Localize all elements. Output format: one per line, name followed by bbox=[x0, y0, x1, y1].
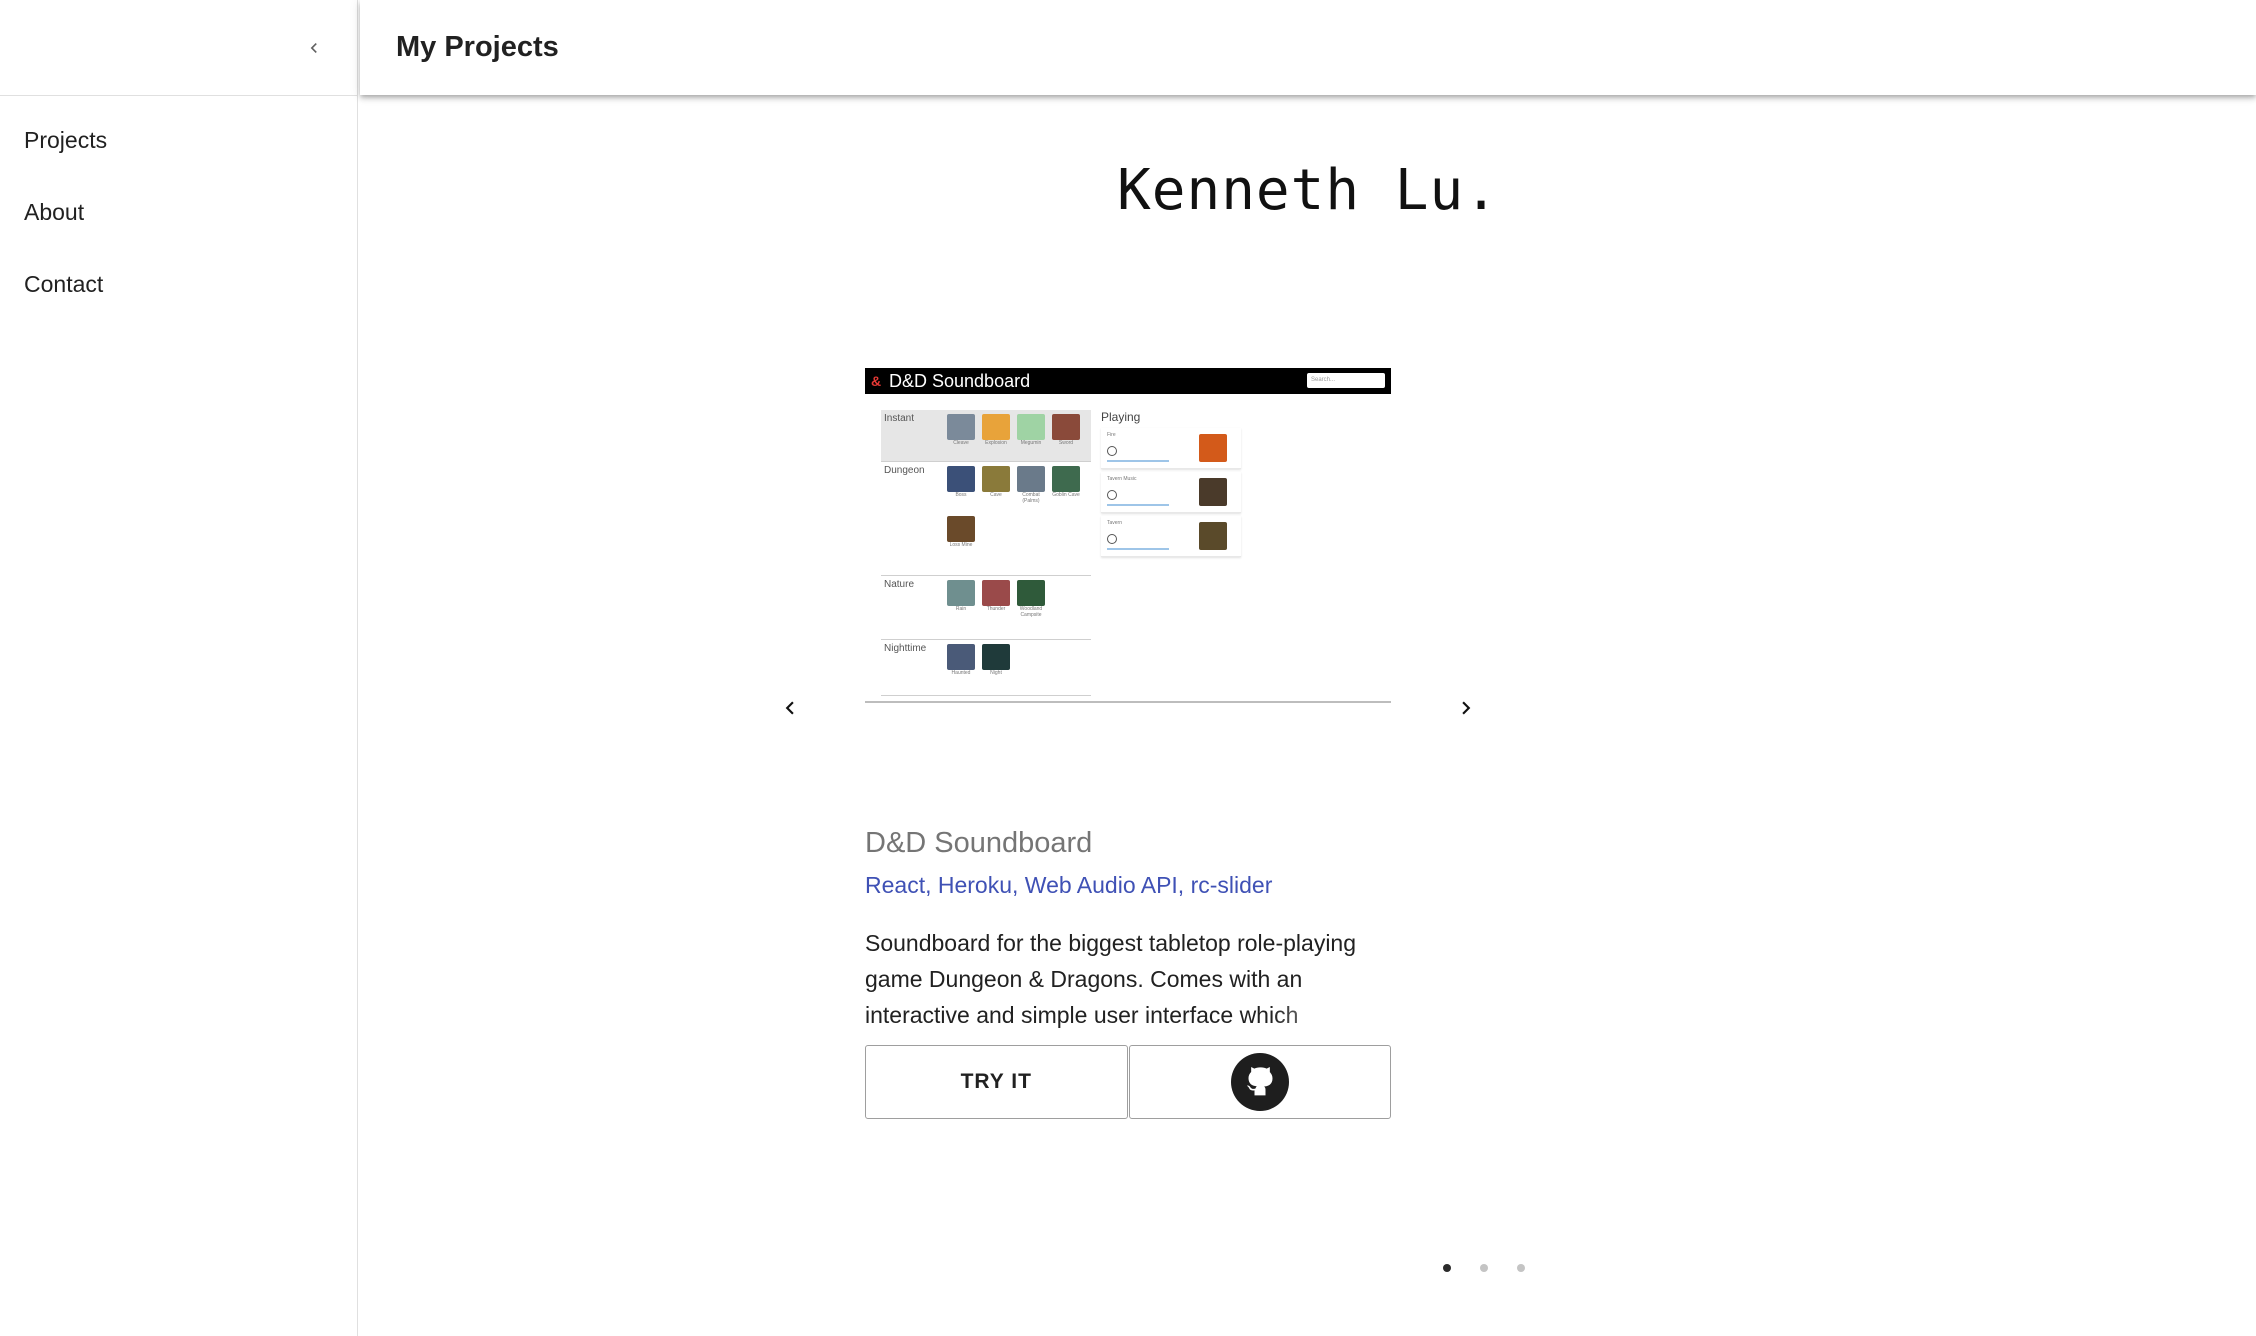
screenshot-sound-sections: Instant Cleave Explosion Megumin Sword D… bbox=[881, 410, 1091, 696]
sound-tile bbox=[947, 644, 975, 670]
sound-tile bbox=[947, 466, 975, 492]
volume-slider bbox=[1107, 504, 1169, 506]
try-it-button[interactable]: TRY IT bbox=[865, 1045, 1128, 1119]
playing-card: Fire bbox=[1101, 428, 1241, 469]
sidebar-item-about[interactable]: About bbox=[0, 176, 357, 248]
sidebar-item-contact[interactable]: Contact bbox=[0, 248, 357, 320]
playing-thumb bbox=[1199, 522, 1227, 550]
tile-caption: Cleave bbox=[953, 440, 969, 446]
section-label: Nighttime bbox=[884, 643, 927, 654]
carousel-dots bbox=[1443, 1264, 1554, 1272]
play-icon bbox=[1107, 490, 1117, 500]
sound-tile bbox=[982, 414, 1010, 440]
screenshot-search: Search... bbox=[1307, 373, 1385, 388]
carousel-next-button[interactable] bbox=[1444, 686, 1488, 730]
project-description-wrap: Soundboard for the biggest tabletop role… bbox=[865, 925, 1391, 1033]
sound-tile bbox=[1052, 466, 1080, 492]
text-fade-overlay bbox=[1271, 997, 1391, 1033]
screenshot-section-dungeon: Dungeon Boss Cave Combat (Palms) Goblin … bbox=[881, 462, 1091, 576]
project-card: & D&D Soundboard Search... Instant Cleav… bbox=[865, 368, 1391, 1119]
sound-tile bbox=[947, 516, 975, 542]
volume-slider bbox=[1107, 548, 1169, 550]
sidebar-nav: Projects About Contact bbox=[0, 96, 357, 320]
sidebar-item-label: Projects bbox=[24, 126, 108, 153]
tile-caption: Boss bbox=[955, 492, 967, 498]
playing-label: Tavern Music bbox=[1107, 476, 1137, 482]
project-screenshot: & D&D Soundboard Search... Instant Cleav… bbox=[865, 368, 1391, 703]
hero-name: Kenneth Lu. bbox=[1117, 158, 1499, 223]
carousel-dot-2[interactable] bbox=[1480, 1264, 1488, 1272]
tile-caption: Megumin bbox=[1020, 440, 1042, 446]
screenshot-title: D&D Soundboard bbox=[889, 370, 1031, 391]
sidebar-item-label: About bbox=[24, 198, 85, 225]
tile-caption: Thunder bbox=[986, 606, 1006, 612]
sound-tile bbox=[982, 580, 1010, 606]
sound-tile bbox=[1052, 414, 1080, 440]
sound-tile bbox=[1017, 414, 1045, 440]
tile-caption: Rain bbox=[955, 606, 967, 612]
playing-thumb bbox=[1199, 434, 1227, 462]
chevron-right-icon bbox=[1462, 701, 1471, 715]
sound-tile bbox=[947, 414, 975, 440]
playing-thumb bbox=[1199, 478, 1227, 506]
section-label: Instant bbox=[884, 413, 915, 424]
screenshot-header-bar: & D&D Soundboard Search... bbox=[865, 368, 1391, 394]
pause-icon bbox=[1107, 534, 1117, 544]
sound-tile bbox=[1017, 466, 1045, 492]
section-label: Dungeon bbox=[884, 465, 925, 476]
screenshot-section-instant: Instant Cleave Explosion Megumin Sword bbox=[881, 410, 1091, 462]
tile-caption: Haunted bbox=[951, 670, 971, 676]
app-bar: My Projects bbox=[360, 0, 2256, 95]
carousel-prev-button[interactable] bbox=[768, 686, 812, 730]
github-button[interactable] bbox=[1128, 1045, 1391, 1119]
tile-caption: Woodland Campsite bbox=[1019, 606, 1043, 618]
section-label: Nature bbox=[884, 579, 915, 590]
playing-heading: Playing bbox=[1101, 410, 1141, 424]
collapse-sidebar-button[interactable] bbox=[292, 26, 336, 70]
pause-icon bbox=[1107, 446, 1117, 456]
tile-caption: Combat (Palms) bbox=[1022, 492, 1040, 504]
sound-tile bbox=[1017, 580, 1045, 606]
tile-caption: Goblin Cave bbox=[1052, 492, 1080, 498]
tile-caption: Explosion bbox=[985, 440, 1007, 446]
playing-label: Tavern bbox=[1107, 520, 1123, 526]
sidebar-item-label: Contact bbox=[24, 270, 104, 297]
github-icon bbox=[1230, 1053, 1289, 1111]
tile-caption: Cave bbox=[990, 492, 1002, 498]
project-name: D&D Soundboard bbox=[865, 827, 1093, 859]
sound-tile bbox=[982, 466, 1010, 492]
carousel-dot-1[interactable] bbox=[1443, 1264, 1451, 1272]
page-title: My Projects bbox=[396, 31, 559, 63]
volume-slider bbox=[1107, 460, 1169, 462]
playing-card: Tavern bbox=[1101, 516, 1241, 557]
sidebar-item-projects[interactable]: Projects bbox=[0, 104, 357, 176]
chevron-left-icon bbox=[310, 43, 317, 53]
screenshot-section-nighttime: Nighttime Haunted Night bbox=[881, 640, 1091, 696]
tile-caption: Night bbox=[990, 670, 1002, 676]
chevron-left-icon bbox=[785, 701, 794, 715]
playing-label: Fire bbox=[1107, 432, 1116, 438]
project-tech-stack: React, Heroku, Web Audio API, rc-slider bbox=[865, 872, 1273, 898]
project-actions: TRY IT bbox=[865, 1045, 1391, 1119]
playing-card: Tavern Music bbox=[1101, 472, 1241, 513]
main-content: Kenneth Lu. & D&D Soundboard Search... I… bbox=[360, 96, 2256, 1336]
carousel-dot-3[interactable] bbox=[1517, 1264, 1525, 1272]
try-it-label: TRY IT bbox=[960, 1070, 1032, 1093]
tile-caption: Sword bbox=[1058, 440, 1074, 446]
sound-tile bbox=[982, 644, 1010, 670]
dnd-logo-icon: & bbox=[871, 373, 882, 389]
sidebar-header bbox=[0, 0, 357, 96]
sound-tile bbox=[947, 580, 975, 606]
tile-caption: Loss Mine bbox=[949, 542, 973, 548]
screenshot-section-nature: Nature Rain Thunder Woodland Campsite bbox=[881, 576, 1091, 640]
screenshot-playing-panel: Playing Fire Tavern Music Tavern bbox=[1101, 410, 1241, 560]
sidebar-drawer: Projects About Contact bbox=[0, 0, 358, 1336]
